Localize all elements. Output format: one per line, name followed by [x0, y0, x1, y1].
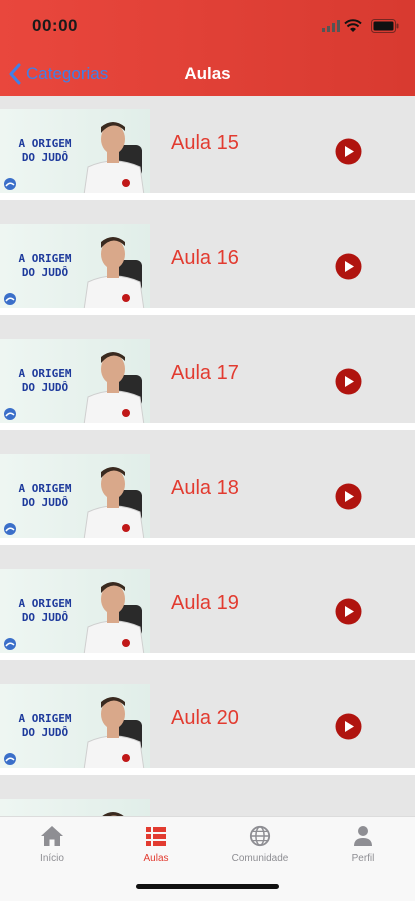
tab-aulas[interactable]: Aulas [104, 825, 208, 875]
header: 00:00 Categorias Aulas [0, 0, 415, 96]
lesson-list: A ORIGEM DO JUDÔ Aula 15 A ORIGEM DO JUDÔ [0, 96, 415, 816]
row-separator [0, 308, 415, 315]
page-title: Aulas [184, 64, 231, 83]
lesson-thumbnail: A ORIGEM DO JUDÔ [0, 109, 150, 193]
logo-icon [4, 408, 16, 420]
home-indicator [136, 884, 279, 889]
lesson-title: Aula 17 [171, 362, 239, 384]
lesson-row[interactable]: A ORIGEM DO JUDÔ Aula 15 [0, 96, 415, 200]
tab-label: Perfil [351, 853, 375, 864]
lesson-title: Aula 20 [171, 707, 239, 729]
globe-icon [249, 825, 271, 847]
play-icon[interactable] [335, 368, 362, 395]
battery-icon [371, 19, 399, 33]
logo-icon [4, 753, 16, 765]
row-separator [0, 653, 415, 660]
judoka-image [83, 467, 145, 538]
lesson-row[interactable]: A ORIGEM DO JUDÔ Aula 16 [0, 211, 415, 315]
thumbnail-caption: A ORIGEM DO JUDÔ [18, 137, 72, 164]
lesson-thumbnail: A ORIGEM DO JUDÔ [0, 224, 150, 308]
lesson-row[interactable]: A ORIGEM DO JUDÔ Aula 20 [0, 671, 415, 775]
thumbnail-caption: A ORIGEM DO JUDÔ [18, 712, 72, 739]
nav-bar: Categorias Aulas [0, 50, 415, 96]
tab-label: Comunidade [231, 853, 289, 864]
row-separator [0, 423, 415, 430]
status-bar: 00:00 [0, 0, 415, 50]
lesson-row[interactable] [0, 786, 415, 816]
lesson-row[interactable]: A ORIGEM DO JUDÔ Aula 18 [0, 441, 415, 545]
play-icon[interactable] [335, 138, 362, 165]
tab-inicio[interactable]: Início [0, 825, 104, 875]
lesson-thumbnail: A ORIGEM DO JUDÔ [0, 569, 150, 653]
row-separator [0, 193, 415, 200]
row-separator [0, 538, 415, 545]
judoka-image [83, 582, 145, 653]
play-icon[interactable] [335, 598, 362, 625]
tab-comunidade[interactable]: Comunidade [208, 825, 312, 875]
tab-label: Início [40, 853, 64, 864]
signal-icon [322, 20, 340, 32]
judoka-image [83, 122, 145, 193]
tab-perfil[interactable]: Perfil [311, 825, 415, 875]
lesson-row[interactable]: A ORIGEM DO JUDÔ Aula 17 [0, 326, 415, 430]
lesson-thumbnail: A ORIGEM DO JUDÔ [0, 454, 150, 538]
logo-icon [4, 638, 16, 650]
tab-label: Aulas [143, 853, 169, 864]
lesson-row[interactable]: A ORIGEM DO JUDÔ Aula 19 [0, 556, 415, 660]
judoka-image [83, 352, 145, 423]
lesson-thumbnail: A ORIGEM DO JUDÔ [0, 684, 150, 768]
lesson-thumbnail [0, 799, 150, 816]
logo-icon [4, 523, 16, 535]
judoka-image [83, 237, 145, 308]
logo-icon [4, 178, 16, 190]
logo-icon [4, 293, 16, 305]
lesson-title: Aula 19 [171, 592, 239, 614]
thumbnail-caption: A ORIGEM DO JUDÔ [18, 597, 72, 624]
status-time: 00:00 [32, 16, 78, 35]
wifi-icon [344, 19, 362, 32]
thumbnail-caption: A ORIGEM DO JUDÔ [18, 482, 72, 509]
thumbnail-caption: A ORIGEM DO JUDÔ [18, 367, 72, 394]
thumbnail-caption: A ORIGEM DO JUDÔ [18, 252, 72, 279]
person-icon [354, 826, 372, 846]
row-separator [0, 768, 415, 775]
home-icon [41, 826, 63, 846]
lesson-title: Aula 16 [171, 247, 239, 269]
lesson-title: Aula 15 [171, 132, 239, 154]
list-icon [146, 827, 166, 846]
lesson-title: Aula 18 [171, 477, 239, 499]
play-icon[interactable] [335, 713, 362, 740]
play-icon[interactable] [335, 253, 362, 280]
play-icon[interactable] [335, 483, 362, 510]
lesson-thumbnail: A ORIGEM DO JUDÔ [0, 339, 150, 423]
judoka-image [102, 812, 124, 816]
judoka-image [83, 697, 145, 768]
